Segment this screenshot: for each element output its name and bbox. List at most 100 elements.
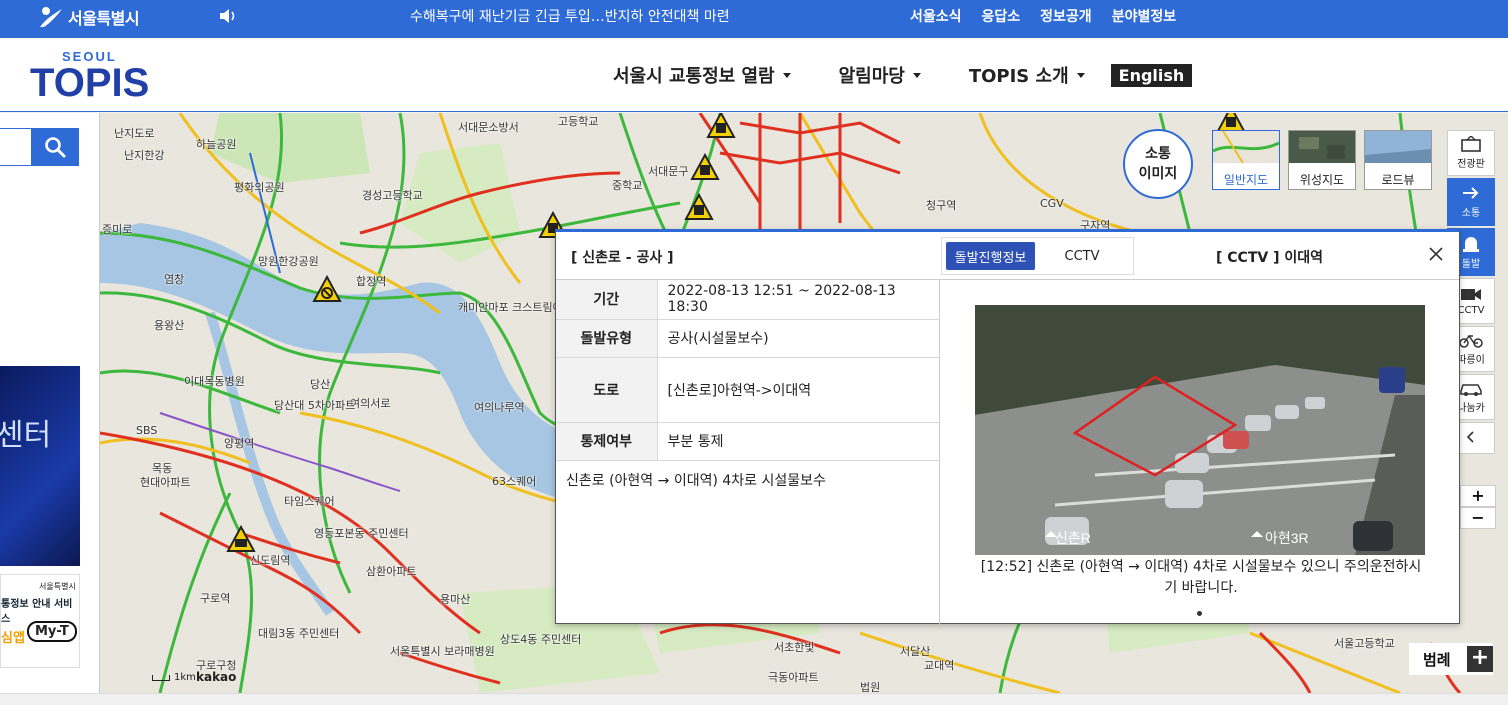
map-label: 용왕산 <box>154 319 185 332</box>
legend-toggle[interactable]: + <box>1467 646 1493 672</box>
maptype-satellite[interactable]: 위성지도 <box>1288 130 1356 190</box>
map-label: 서대문구 <box>648 165 689 178</box>
incident-warning-icon[interactable] <box>706 113 736 139</box>
chevron-down-icon <box>1076 72 1085 78</box>
incident-info-table: 기간 2022-08-13 12:51 ~ 2022-08-13 18:30 돌… <box>556 280 940 461</box>
incident-warning-icon[interactable] <box>684 193 714 221</box>
chevron-left-icon <box>1466 430 1474 443</box>
table-row: 통제여부 부분 통제 <box>556 422 940 461</box>
popup-title: [ 신촌로 - 공사 ] <box>571 250 674 266</box>
map-label: 영등포본동 주민센터 <box>314 527 409 540</box>
arrow-right-icon <box>1463 187 1479 199</box>
nav-about-topis[interactable]: TOPIS 소개 <box>969 62 1085 88</box>
map-scale: 1km <box>152 672 196 683</box>
row-value: [신촌로]아현역->이대역 <box>657 357 940 423</box>
app-root: 서울특별시 수해복구에 재난기금 긴급 투입…반지하 안전대책 마련 서울소식 … <box>0 0 1508 705</box>
topis-logo[interactable]: SEOUL TOPIS <box>30 46 155 104</box>
car-icon <box>1460 384 1482 396</box>
pagination-dot[interactable] <box>1197 611 1202 616</box>
map-label: 63스퀘어 <box>492 475 537 488</box>
map-label: 서대문소방서 <box>458 121 519 134</box>
map-label: 현대아파트 <box>140 476 191 489</box>
link-seoul-news[interactable]: 서울소식 <box>910 6 962 26</box>
cctv-video[interactable]: 신촌R 아현3R <box>975 305 1425 555</box>
maptype-label: 일반지도 <box>1223 173 1269 187</box>
map-label: 서초한빛 <box>774 641 815 654</box>
roadview-thumbnail <box>1365 131 1431 163</box>
row-value: 공사(시설물보수) <box>657 319 940 358</box>
maptype-label: 위성지도 <box>1299 173 1345 187</box>
row-value: 부분 통제 <box>657 422 940 461</box>
news-ticker[interactable]: 수해복구에 재난기금 긴급 투입…반지하 안전대책 마련 <box>410 6 730 26</box>
map-label: 타임스퀘어 <box>284 495 335 508</box>
map-label: 서달산 <box>900 645 931 658</box>
speaker-icon[interactable] <box>218 8 238 24</box>
map-label: CGV <box>1040 197 1064 210</box>
map-label: 청구역 <box>926 199 957 212</box>
row-label: 통제여부 <box>556 422 658 461</box>
map-label: 난지도로 <box>114 127 155 140</box>
link-field-info[interactable]: 분야별정보 <box>1112 6 1176 26</box>
english-button[interactable]: English <box>1110 63 1193 87</box>
map-label: 여의서로 <box>350 397 391 410</box>
search-button[interactable] <box>31 128 79 166</box>
cam-label-left: 신촌R <box>1055 530 1091 546</box>
search-input[interactable] <box>0 128 32 166</box>
popup-divider <box>939 280 940 625</box>
popup-tabs: 돌발진행정보 CCTV <box>941 237 1134 275</box>
incident-warning-icon[interactable] <box>690 153 720 181</box>
map-label: 상도4동 주민센터 <box>500 633 582 646</box>
link-eungdapso[interactable]: 응답소 <box>982 6 1021 26</box>
nav-label: 알림마당 <box>838 66 905 87</box>
promo-banner[interactable]: 센터 <box>0 366 80 566</box>
cctv-caption: [12:52] 신촌로 (아현역 → 이대역) 4차로 시설물보수 있으니 주의… <box>980 559 1422 596</box>
toolbar-billboard[interactable]: 전광판 <box>1447 130 1495 176</box>
map-label: 서울고등학교 <box>1334 637 1395 650</box>
map-label: 난지한강 <box>124 149 165 162</box>
traffic-image-button[interactable]: 소통 이미지 <box>1123 129 1193 199</box>
nav-traffic-info[interactable]: 서울시 교통정보 열람 <box>613 62 791 88</box>
incident-description: 신촌로 (아현역 → 이대역) 4차로 시설물보수 <box>566 473 826 489</box>
toolbar-label: 소통 <box>1461 208 1481 219</box>
my-t-banner[interactable]: 서울특별시 통정보 안내 서비스 심앱 My-T <box>0 574 80 668</box>
map-label: 대림3동 주민센터 <box>258 627 340 640</box>
zoom-out-button[interactable]: − <box>1460 507 1496 529</box>
legend-button[interactable]: 범례 + <box>1409 643 1493 675</box>
tab-cctv[interactable]: CCTV <box>1035 242 1129 270</box>
map-label: 염창 <box>164 273 185 286</box>
map-label: 경성고등학교 <box>362 189 423 202</box>
map-label: 극동아파트 <box>768 671 819 684</box>
seoul-city-logo[interactable]: 서울특별시 <box>38 4 140 30</box>
zoom-in-button[interactable]: + <box>1460 485 1496 507</box>
maptype-roadview[interactable]: 로드뷰 <box>1364 130 1432 190</box>
bicycle-icon <box>1459 334 1483 348</box>
logo-topis-text: TOPIS <box>30 61 149 104</box>
nav-label: TOPIS 소개 <box>968 66 1069 87</box>
toolbar-label: 전광판 <box>1457 159 1485 170</box>
normal-map-thumbnail <box>1212 130 1280 164</box>
table-row: 기간 2022-08-13 12:51 ~ 2022-08-13 18:30 <box>556 280 940 320</box>
link-info-disclosure[interactable]: 정보공개 <box>1040 6 1092 26</box>
seoul-top-bar: 서울특별시 수해복구에 재난기금 긴급 투입…반지하 안전대책 마련 서울소식 … <box>0 0 1508 38</box>
toolbar-traffic[interactable]: 소통 <box>1447 178 1495 226</box>
incident-warning-icon[interactable] <box>312 275 342 303</box>
row-label: 돌발유형 <box>556 319 658 358</box>
site-header: SEOUL TOPIS 서울시 교통정보 열람 알림마당 TOPIS 소개 En… <box>0 38 1508 112</box>
banner-brand: 서울특별시 <box>39 582 76 591</box>
close-icon[interactable] <box>1427 245 1445 263</box>
map-label: 하늘공원 <box>196 138 237 151</box>
left-panel: 센터 서울특별시 통정보 안내 서비스 심앱 My-T <box>0 113 100 693</box>
seoul-mark-icon <box>40 7 62 27</box>
incident-warning-icon[interactable] <box>226 525 256 553</box>
map-label: 삼환아파트 <box>366 565 417 578</box>
maptype-normal[interactable]: 일반지도 <box>1212 130 1280 190</box>
row-value: 2022-08-13 12:51 ~ 2022-08-13 18:30 <box>657 280 940 320</box>
nav-notice[interactable]: 알림마당 <box>839 62 921 88</box>
tab-incident-progress[interactable]: 돌발진행정보 <box>946 242 1036 270</box>
table-row: 도로 [신촌로]아현역->이대역 <box>556 357 940 423</box>
table-row: 돌발유형 공사(시설물보수) <box>556 319 940 358</box>
map-label: 당산대 5차아파트 <box>274 399 356 412</box>
billboard-icon <box>1461 136 1481 152</box>
chevron-down-icon <box>782 72 791 78</box>
row-label: 기간 <box>556 280 658 320</box>
